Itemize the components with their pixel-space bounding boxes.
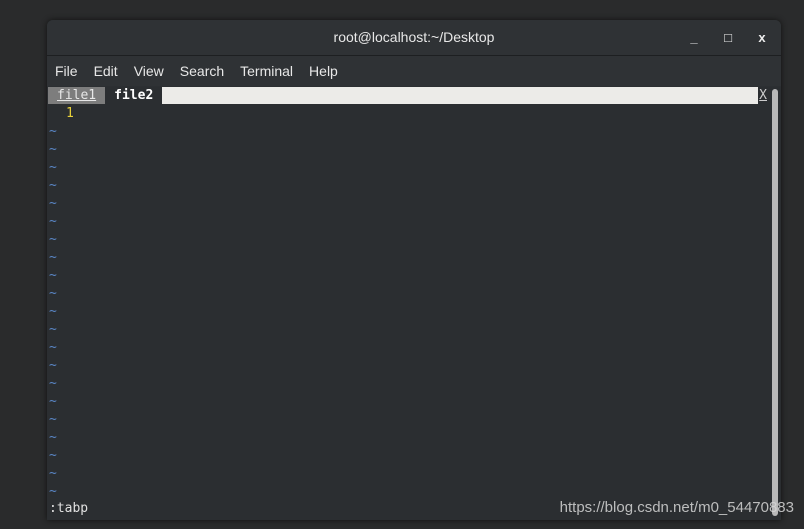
- menu-help[interactable]: Help: [309, 63, 338, 79]
- terminal-window: root@localhost:~/Desktop _ □ x File Edit…: [47, 20, 781, 520]
- menu-bar: File Edit View Search Terminal Help: [47, 56, 781, 86]
- empty-line-tilde: ~: [49, 142, 57, 157]
- empty-line-tilde: ~: [49, 430, 57, 445]
- menu-search[interactable]: Search: [180, 63, 224, 79]
- empty-line-tilde: ~: [49, 304, 57, 319]
- empty-line-tilde: ~: [49, 322, 57, 337]
- empty-line-tilde: ~: [49, 394, 57, 409]
- menu-terminal[interactable]: Terminal: [240, 63, 293, 79]
- empty-line-tilde: ~: [49, 376, 57, 391]
- empty-line-tilde: ~: [49, 484, 57, 499]
- empty-line-tilde: ~: [49, 160, 57, 175]
- maximize-button[interactable]: □: [718, 28, 738, 48]
- line-number: 1: [66, 106, 74, 121]
- empty-line-tilde: ~: [49, 214, 57, 229]
- menu-view[interactable]: View: [134, 63, 164, 79]
- empty-line-tilde: ~: [49, 466, 57, 481]
- tabline-fill: [162, 87, 758, 104]
- empty-line-tilde: ~: [49, 232, 57, 247]
- menu-file[interactable]: File: [55, 63, 78, 79]
- vim-tabline: file1 file2 X: [48, 87, 768, 104]
- empty-line-tilde: ~: [49, 196, 57, 211]
- empty-line-tilde: ~: [49, 358, 57, 373]
- close-button[interactable]: x: [752, 28, 772, 48]
- menu-edit[interactable]: Edit: [94, 63, 118, 79]
- tab-close-button[interactable]: X: [758, 87, 768, 104]
- tab-file1[interactable]: file1: [48, 87, 106, 104]
- empty-line-tilde: ~: [49, 268, 57, 283]
- minimize-button[interactable]: _: [684, 28, 704, 48]
- empty-line-tilde: ~: [49, 412, 57, 427]
- empty-line-tilde: ~: [49, 340, 57, 355]
- window-title: root@localhost:~/Desktop: [333, 29, 495, 45]
- empty-line-tilde: ~: [49, 250, 57, 265]
- title-bar: root@localhost:~/Desktop _ □ x: [47, 20, 781, 56]
- empty-line-tilde: ~: [49, 178, 57, 193]
- scrollbar[interactable]: [772, 89, 778, 516]
- empty-line-tilde: ~: [49, 124, 57, 139]
- empty-line-tilde: ~: [49, 448, 57, 463]
- watermark: https://blog.csdn.net/m0_54470883: [559, 499, 794, 516]
- terminal-area[interactable]: file1 file2 X 1 ~ ~ ~ ~ ~ ~ ~ ~ ~ ~ ~ ~ ~ ~ ~ ~ ~ ~ ~ ~ ~ :t…: [47, 87, 781, 520]
- command-line[interactable]: :tabp: [49, 500, 88, 518]
- empty-line-tilde: ~: [49, 286, 57, 301]
- tab-file2[interactable]: file2: [105, 87, 163, 104]
